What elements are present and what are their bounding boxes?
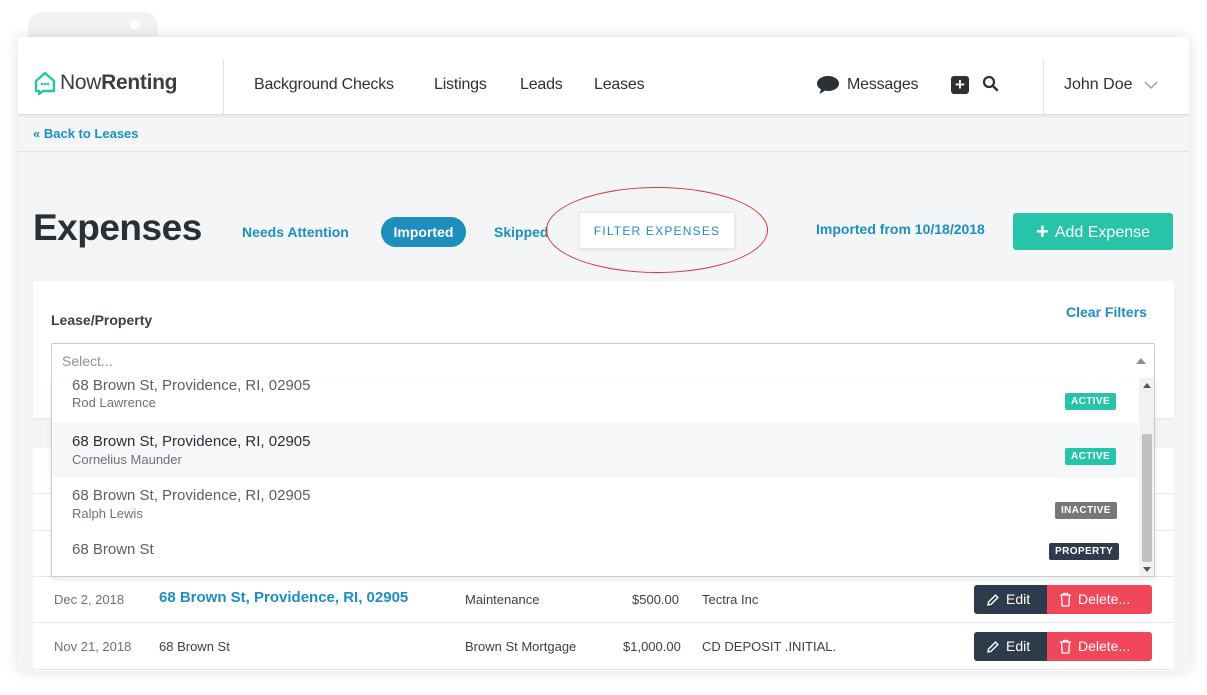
select-placeholder: Select... (62, 353, 113, 369)
option-address: 68 Brown St, Providence, RI, 02905 (72, 378, 311, 394)
nav-divider (223, 59, 224, 115)
app-window: NowRenting Background Checks Listings Le… (18, 37, 1189, 671)
tab-skipped[interactable]: Skipped (494, 224, 548, 240)
imported-from-link[interactable]: Imported from 10/18/2018 (816, 221, 985, 237)
status-badge: ACTIVE (1065, 448, 1117, 465)
scrollbar-thumb[interactable] (1142, 434, 1152, 562)
row-payee: Tectra Inc (702, 592, 759, 607)
option-tenant: Ralph Lewis (72, 506, 143, 521)
lease-property-dropdown: 68 Brown St, Providence, RI, 02905 Rod L… (51, 378, 1155, 577)
caret-up-icon[interactable] (1136, 358, 1146, 364)
dropdown-option[interactable]: 68 Brown St PROPERTY (52, 532, 1138, 576)
status-badge: PROPERTY (1049, 543, 1120, 560)
nav-leads[interactable]: Leads (520, 76, 563, 94)
house-chat-icon (34, 71, 56, 95)
trash-icon (1060, 592, 1071, 607)
page-title: Expenses (33, 207, 202, 248)
delete-label: Delete... (1078, 638, 1131, 654)
add-expense-label: Add Expense (1054, 224, 1151, 241)
trash-icon (1060, 639, 1071, 654)
option-tenant: Cornelius Maunder (72, 452, 182, 467)
scroll-up-icon[interactable] (1143, 383, 1151, 388)
filter-expenses-button[interactable]: FILTER EXPENSES (579, 212, 735, 249)
dropdown-option[interactable]: 68 Brown St, Providence, RI, 02905 Rod L… (52, 378, 1138, 422)
pencil-icon (987, 641, 999, 653)
delete-label: Delete... (1078, 591, 1131, 607)
plus-square-icon[interactable]: + (951, 76, 969, 94)
lease-property-select[interactable]: Select... (51, 343, 1155, 379)
tab-needs-attention[interactable]: Needs Attention (242, 224, 349, 240)
edit-label: Edit (1006, 638, 1031, 654)
nav-divider (1043, 59, 1044, 115)
delete-button[interactable]: Delete... (1047, 632, 1152, 661)
row-amount: $500.00 (632, 592, 679, 607)
table-row[interactable]: Dec 2, 2018 68 Brown St, Providence, RI,… (33, 577, 1174, 623)
row-date: Dec 2, 2018 (54, 592, 125, 607)
logo-suffix: Renting (101, 71, 178, 94)
logo-prefix: Now (60, 71, 102, 94)
status-badge: INACTIVE (1055, 502, 1117, 519)
row-category: Brown St Mortgage (465, 639, 577, 654)
add-expense-button[interactable]: + Add Expense (1013, 213, 1173, 250)
tab-dot (130, 20, 140, 30)
lease-property-label: Lease/Property (51, 312, 153, 328)
chat-bubble-icon[interactable] (816, 75, 840, 95)
chevron-down-icon[interactable] (1144, 80, 1158, 90)
search-icon[interactable] (982, 75, 1000, 93)
dropdown-option[interactable]: 68 Brown St, Providence, RI, 02905 Corne… (52, 422, 1138, 477)
edit-button[interactable]: Edit (974, 632, 1047, 661)
tab-imported[interactable]: Imported (381, 217, 466, 247)
dropdown-scrollbar[interactable] (1139, 378, 1154, 576)
row-payee: CD DEPOSIT .INITIAL. (702, 639, 837, 654)
plus-icon: + (1035, 219, 1049, 244)
user-menu[interactable]: John Doe (1064, 76, 1133, 94)
status-badge: ACTIVE (1065, 393, 1117, 410)
option-address: 68 Brown St, Providence, RI, 02905 (72, 433, 311, 450)
row-property[interactable]: 68 Brown St (159, 639, 230, 654)
delete-button[interactable]: Delete... (1047, 585, 1152, 614)
breadcrumb-back-to-leases[interactable]: « Back to Leases (33, 126, 139, 141)
table-row[interactable]: Nov 21, 2018 68 Brown St Brown St Mortga… (33, 624, 1174, 670)
logo[interactable]: NowRenting (34, 71, 177, 95)
option-address: 68 Brown St (72, 541, 154, 558)
nav-listings[interactable]: Listings (434, 76, 487, 94)
edit-label: Edit (1006, 591, 1031, 607)
edit-button[interactable]: Edit (974, 585, 1047, 614)
scroll-down-icon[interactable] (1143, 567, 1151, 572)
top-navigation: NowRenting Background Checks Listings Le… (18, 37, 1189, 115)
option-address: 68 Brown St, Providence, RI, 02905 (72, 487, 311, 504)
breadcrumb-bar: « Back to Leases (18, 116, 1189, 152)
row-amount: $1,000.00 (623, 639, 681, 654)
nav-background-checks[interactable]: Background Checks (254, 76, 394, 94)
dropdown-option[interactable]: 68 Brown St, Providence, RI, 02905 Ralph… (52, 477, 1138, 532)
option-tenant: Rod Lawrence (72, 395, 156, 410)
clear-filters-link[interactable]: Clear Filters (1066, 304, 1147, 320)
row-category: Maintenance (465, 592, 540, 607)
row-date: Nov 21, 2018 (54, 639, 132, 654)
row-property-link[interactable]: 68 Brown St, Providence, RI, 02905 (159, 589, 408, 606)
pencil-icon (987, 594, 999, 606)
nav-leases[interactable]: Leases (594, 76, 645, 94)
nav-messages[interactable]: Messages (847, 76, 919, 94)
logo-text: NowRenting (60, 71, 177, 95)
